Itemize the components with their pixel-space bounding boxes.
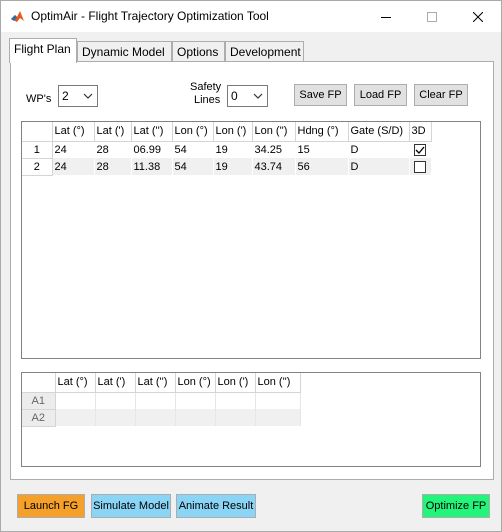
corner-cell [22,373,56,393]
column-header[interactable]: Lat (') [95,373,136,393]
window-title: OptimAir - Flight Trajectory Optimizatio… [31,9,269,23]
wps-value: 2 [62,89,69,103]
table-cell[interactable]: D [348,158,410,175]
table-row[interactable]: A1 [22,392,301,410]
table-cell [409,141,432,158]
three-d-checkbox[interactable] [414,160,426,173]
checkmark-icon [415,146,425,154]
table-cell[interactable]: 24 [52,158,95,175]
row-header: A1 [22,392,56,410]
simulate-model-button[interactable]: Simulate Model [91,494,171,518]
table-cell[interactable]: 24 [52,141,95,158]
table-row[interactable]: 2 24 28 11.38 54 19 43.74 56 D [22,158,432,176]
table-cell[interactable] [255,409,301,426]
column-header[interactable]: Lat (°) [55,373,96,393]
table-cell[interactable]: 28 [94,141,132,158]
column-header[interactable]: Lon (') [215,373,256,393]
corner-cell [22,122,53,142]
table-cell[interactable] [215,409,256,426]
waypoints-grid: Lat (°) Lat (') Lat ('') Lon (°) Lon (')… [22,122,432,176]
tab-dynamic-model[interactable]: Dynamic Model [77,41,172,63]
table-cell[interactable] [135,409,176,426]
table-cell[interactable]: 19 [213,158,253,175]
tab-flight-plan[interactable]: Flight Plan [9,38,77,63]
row-header: 1 [22,141,53,159]
table-cell[interactable] [255,392,301,409]
waypoints-table[interactable]: Lat (°) Lat (') Lat ('') Lon (°) Lon (')… [21,121,481,359]
table-cell[interactable] [95,409,136,426]
table-cell[interactable]: 11.38 [131,158,173,175]
table-cell[interactable]: D [348,141,410,158]
column-header[interactable]: Lon (') [213,122,253,142]
title-bar[interactable]: OptimAir - Flight Trajectory Optimizatio… [1,1,501,32]
table-cell[interactable] [55,392,96,409]
close-button[interactable] [455,1,501,32]
launch-fg-button[interactable]: Launch FG [17,494,85,518]
table-cell[interactable]: 28 [94,158,132,175]
animate-result-button[interactable]: Animate Result [176,494,256,518]
table-cell[interactable] [135,392,176,409]
app-window: OptimAir - Flight Trajectory Optimizatio… [0,0,502,532]
table-cell[interactable]: 56 [295,158,349,175]
row-header: A2 [22,409,56,427]
chevron-down-icon [79,86,97,106]
safety-label: Safety [190,81,222,93]
column-header[interactable]: Lon (°) [172,122,214,142]
optimize-fp-button[interactable]: Optimize FP [422,494,490,518]
tab-development[interactable]: Development [225,41,304,63]
column-header[interactable]: 3D [409,122,432,142]
tab-options[interactable]: Options [172,41,225,63]
table-cell[interactable]: 54 [172,141,214,158]
column-header[interactable]: Lat ('') [131,122,173,142]
table-cell[interactable] [215,392,256,409]
column-header[interactable]: Hdng (°) [295,122,349,142]
three-d-checkbox[interactable] [414,143,426,156]
table-cell[interactable] [55,409,96,426]
lines-label: Lines [194,94,221,106]
maximize-icon [427,11,437,22]
minimize-button[interactable] [363,1,409,32]
table-cell[interactable]: 06.99 [131,141,173,158]
table-cell[interactable] [95,392,136,409]
table-row[interactable]: A2 [22,409,301,427]
column-header[interactable]: Lon (°) [175,373,216,393]
column-header[interactable]: Lat (°) [52,122,95,142]
table-cell[interactable] [175,409,216,426]
column-header[interactable]: Lon ('') [255,373,301,393]
table-row[interactable]: 1 24 28 06.99 54 19 34.25 15 D [22,141,432,159]
load-fp-button[interactable]: Load FP [354,84,407,106]
row-header: 2 [22,158,53,176]
matlab-icon [10,9,25,24]
minimize-icon [381,16,391,18]
table-cell[interactable]: 54 [172,158,214,175]
maximize-button[interactable] [409,1,455,32]
alternates-table[interactable]: Lat (°) Lat (') Lat ('') Lon (°) Lon (')… [21,372,481,467]
column-header[interactable]: Lat ('') [135,373,176,393]
table-cell[interactable]: 43.74 [252,158,296,175]
table-cell[interactable]: 19 [213,141,253,158]
wps-label: WP's [26,93,52,105]
clear-fp-button[interactable]: Clear FP [414,84,468,106]
column-header[interactable]: Lon ('') [252,122,296,142]
table-cell[interactable]: 34.25 [252,141,296,158]
column-header[interactable]: Lat (') [94,122,132,142]
chevron-down-icon [249,86,267,106]
column-header[interactable]: Gate (S/D) [348,122,410,142]
table-cell [409,158,432,175]
table-cell[interactable]: 15 [295,141,349,158]
table-cell[interactable] [175,392,216,409]
close-icon [473,11,483,22]
wps-select[interactable]: 2 [58,85,98,107]
safety-lines-value: 0 [231,89,238,103]
save-fp-button[interactable]: Save FP [294,84,347,106]
safety-lines-select[interactable]: 0 [227,85,268,107]
alternates-grid: Lat (°) Lat (') Lat ('') Lon (°) Lon (')… [22,373,301,427]
